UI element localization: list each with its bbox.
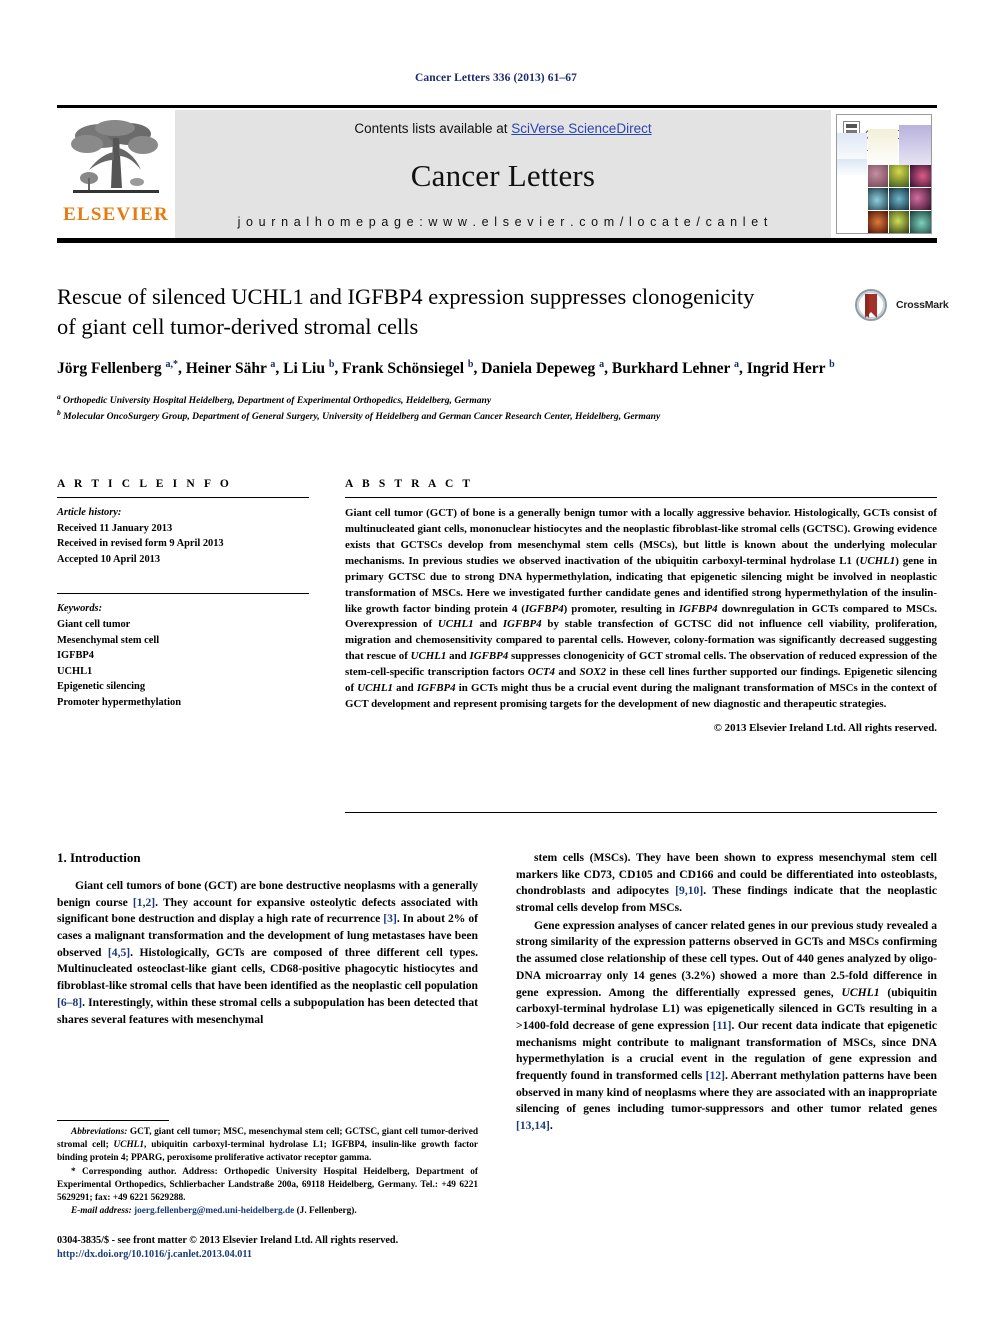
keyword-item: Promoter hypermethylation — [57, 697, 181, 709]
email-footnote: E-mail address: joerg.fellenberg@med.uni… — [57, 1205, 478, 1218]
intro-paragraph: Gene expression analyses of cancer relat… — [516, 918, 937, 1132]
doi-link[interactable]: http://dx.doi.org/10.1016/j.canlet.2013.… — [57, 1248, 617, 1262]
keyword-item: IGFBP4 — [57, 650, 94, 662]
keywords-group: Keywords: Giant cell tumor Mesenchymal s… — [57, 601, 309, 710]
keyword-item: Giant cell tumor — [57, 619, 131, 631]
history-item: Received in revised form 9 April 2013 — [57, 538, 224, 550]
abbreviations-footnote: Abbreviations: GCT, giant cell tumor; MS… — [57, 1127, 478, 1164]
cover-image-grid — [837, 125, 931, 233]
affiliation-b: b Molecular OncoSurgery Group, Departmen… — [57, 408, 661, 423]
article-info-rule-top — [57, 497, 309, 498]
affiliation-a: a Orthopedic University Hospital Heidelb… — [57, 392, 492, 407]
masthead-center: Contents lists available at SciVerse Sci… — [175, 110, 831, 238]
affiliation-a-text: Orthopedic University Hospital Heidelber… — [63, 395, 492, 407]
journal-title: Cancer Letters — [410, 157, 596, 193]
keywords-title: Keywords: — [57, 603, 103, 615]
footnote-block: Abbreviations: GCT, giant cell tumor; MS… — [57, 1120, 478, 1218]
running-head: Cancer Letters 336 (2013) 61–67 — [415, 72, 577, 84]
contents-available-line: Contents lists available at SciVerse Sci… — [354, 121, 651, 136]
body-columns: 1. Introduction Giant cell tumors of bon… — [57, 850, 937, 1135]
abstract-heading: A B S T R A C T — [345, 478, 474, 490]
keyword-item: UCHL1 — [57, 665, 93, 677]
abstract-column: A B S T R A C T Giant cell tumor (GCT) o… — [345, 478, 937, 734]
affiliation-list: a Orthopedic University Hospital Heidelb… — [57, 392, 847, 424]
abstract-text: Giant cell tumor (GCT) of bone is a gene… — [345, 507, 938, 711]
issn-line: 0304-3835/$ - see front matter © 2013 El… — [57, 1235, 399, 1246]
crossmark-label: CrossMark — [896, 299, 949, 311]
elsevier-wordmark: ELSEVIER — [63, 204, 169, 225]
article-history-title: Article history: — [57, 507, 122, 518]
footnote-rule — [57, 1120, 169, 1121]
crossmark-badge[interactable]: CrossMark — [855, 283, 950, 327]
info-abstract-region: A R T I C L E I N F O Article history: R… — [57, 478, 937, 734]
elsevier-tree-icon — [71, 120, 159, 193]
journal-masthead: ELSEVIER Contents lists available at Sci… — [57, 105, 937, 243]
affiliation-b-text: Molecular OncoSurgery Group, Department … — [63, 411, 661, 423]
keyword-item: Mesenchymal stem cell — [57, 634, 160, 646]
page-title: Rescue of silenced UCHL1 and IGFBP4 expr… — [57, 284, 755, 339]
email-link[interactable]: joerg.fellenberg@med.uni-heidelberg.de — [134, 1206, 294, 1216]
article-info-heading: A R T I C L E I N F O — [57, 478, 232, 490]
corresponding-author-footnote: * Corresponding author. Address: Orthope… — [57, 1166, 478, 1203]
article-history-group: Article history: Received 11 January 201… — [57, 505, 309, 567]
body-left-column: 1. Introduction Giant cell tumors of bon… — [57, 850, 478, 1135]
sciencedirect-link[interactable]: SciVerse ScienceDirect — [511, 121, 651, 136]
article-info-column: A R T I C L E I N F O Article history: R… — [57, 478, 309, 734]
keyword-item: Epigenetic silencing — [57, 681, 146, 693]
intro-paragraph: stem cells (MSCs). They have been shown … — [516, 851, 937, 915]
elsevier-logo: ELSEVIER — [57, 110, 175, 238]
body-right-column: stem cells (MSCs). They have been shown … — [516, 850, 937, 1135]
abstract-copyright: © 2013 Elsevier Ireland Ltd. All rights … — [713, 721, 937, 734]
history-item: Received 11 January 2013 — [57, 522, 173, 534]
section-heading-introduction: 1. Introduction — [57, 850, 141, 865]
abstract-rule-top — [345, 497, 937, 498]
page-footer: 0304-3835/$ - see front matter © 2013 El… — [57, 1234, 617, 1263]
paper-page: Cancer Letters 336 (2013) 61–67 ELSEVIER… — [0, 0, 992, 1323]
contents-prefix: Contents lists available at — [354, 121, 512, 136]
abstract-rule-bottom — [345, 812, 937, 813]
email-label: E-mail address: — [71, 1206, 132, 1217]
journal-homepage-line[interactable]: j o u r n a l h o m e p a g e : w w w . … — [238, 215, 769, 229]
journal-cover-thumbnail: CANCER LETTERS — [831, 110, 937, 238]
title-block: Rescue of silenced UCHL1 and IGFBP4 expr… — [57, 282, 847, 424]
email-suffix: (J. Fellenberg). — [296, 1206, 357, 1217]
crossmark-icon — [855, 289, 887, 321]
intro-paragraph: Giant cell tumors of bone (GCT) are bone… — [57, 879, 478, 1026]
author-list: Jörg Fellenberg a,*, Heiner Sähr a, Li L… — [57, 358, 835, 377]
keywords-rule — [57, 593, 309, 595]
history-item: Accepted 10 April 2013 — [57, 553, 161, 565]
